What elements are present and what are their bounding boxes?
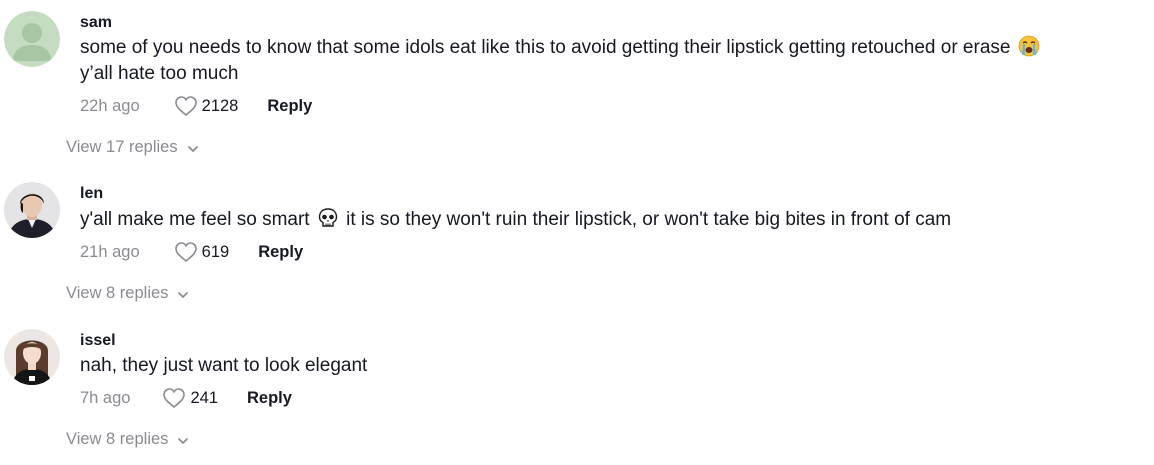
avatar[interactable] (4, 182, 60, 238)
heart-icon (174, 96, 197, 117)
avatar[interactable] (4, 329, 60, 385)
chevron-down-icon (178, 291, 189, 298)
reply-button[interactable]: Reply (247, 389, 292, 408)
like-count: 241 (190, 388, 218, 407)
comment-text: some of you needs to know that some idol… (80, 35, 1042, 87)
like-count: 619 (201, 242, 230, 261)
like-button[interactable]: 241 (162, 387, 218, 409)
comment-username[interactable]: sam (80, 13, 112, 33)
person-photo-avatar-icon (4, 329, 60, 385)
view-replies-label: View 8 replies (66, 429, 169, 448)
view-replies-label: View 8 replies (66, 283, 169, 302)
reply-button[interactable]: Reply (258, 243, 303, 262)
comment-text-line: nah, they just want to look elegant (80, 355, 368, 376)
comment-text-line: y'all make me feel so smart (80, 209, 310, 230)
heart-icon (174, 242, 197, 263)
avatar[interactable] (4, 11, 60, 67)
view-replies-label: View 17 replies (66, 137, 178, 156)
comment-timestamp: 7h ago (80, 388, 131, 407)
comment-actions: 7h ago 241 Reply (80, 386, 292, 410)
comment-timestamp: 21h ago (80, 242, 140, 261)
view-replies-button[interactable]: View 8 replies (66, 428, 190, 450)
view-replies-button[interactable]: View 17 replies (66, 136, 200, 158)
like-button[interactable]: 2128 (174, 95, 239, 117)
like-button[interactable]: 619 (174, 241, 230, 263)
chevron-down-icon (187, 145, 198, 152)
comment-text-line: y’all hate too much (80, 63, 239, 84)
comment-text: nah, they just want to look elegant (80, 353, 367, 379)
like-count: 2128 (201, 96, 239, 115)
comment-text-line: some of you needs to know that some idol… (80, 37, 1011, 58)
comment-timestamp: 22h ago (80, 96, 140, 115)
loudly-crying-face-emoji-icon (1018, 35, 1040, 57)
person-photo-avatar-icon (4, 182, 60, 238)
comment-text-line: it is so they won't ruin their lipstick,… (346, 209, 952, 230)
heart-icon (163, 388, 186, 409)
reply-button[interactable]: Reply (267, 97, 312, 116)
skull-emoji-icon (317, 207, 339, 229)
comment-username[interactable]: issel (80, 331, 116, 351)
view-replies-button[interactable]: View 8 replies (66, 282, 190, 304)
chevron-down-icon (178, 437, 189, 444)
comment-actions: 22h ago 2128 Reply (80, 94, 312, 118)
comment-text: y'all make me feel so smart it is so the… (80, 207, 951, 233)
comment-username[interactable]: len (80, 184, 103, 204)
default-avatar-icon (4, 11, 60, 67)
comment-actions: 21h ago 619 Reply (80, 240, 303, 264)
